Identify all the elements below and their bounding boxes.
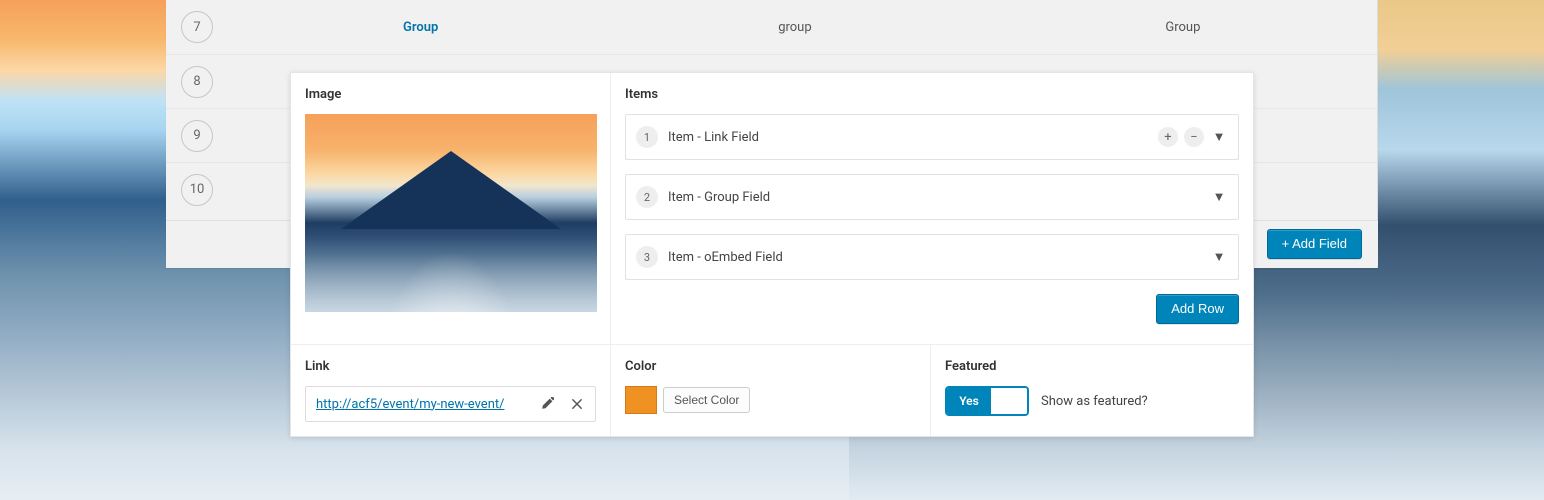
link-value-box: http://acf5/event/my-new-event/ [305,386,596,422]
repeater-row-title: Item - Link Field [668,130,1158,145]
pencil-icon[interactable] [535,392,559,416]
chevron-down-icon[interactable]: ▼ [1210,129,1228,145]
chevron-down-icon[interactable]: ▼ [1210,249,1228,265]
repeater-row-number: 3 [636,246,658,268]
link-url[interactable]: http://acf5/event/my-new-event/ [316,397,529,412]
remove-row-icon[interactable]: − [1184,127,1204,147]
add-row-button[interactable]: Add Row [1156,294,1239,324]
add-field-button[interactable]: + Add Field [1267,229,1362,259]
featured-toggle[interactable]: Yes [945,386,1029,416]
repeater-row-title: Item - Group Field [668,190,1210,205]
image-field-label: Image [305,87,596,102]
color-field-label: Color [625,359,916,374]
link-field-label: Link [305,359,596,374]
featured-field-cell: Featured Yes Show as featured? [931,345,1253,436]
chevron-down-icon[interactable]: ▼ [1210,189,1228,205]
close-icon[interactable] [565,392,589,416]
items-field-label: Items [625,87,1239,102]
repeater-row[interactable]: 2 Item - Group Field ▼ [625,174,1239,220]
toggle-knob [991,388,1027,414]
repeater-row-number: 2 [636,186,658,208]
field-label-link[interactable]: Group [213,20,601,35]
repeater-row-title: Item - oEmbed Field [668,250,1210,265]
color-field-cell: Color Select Color [611,345,931,436]
repeater-row[interactable]: 1 Item - Link Field + − ▼ [625,114,1239,160]
field-type: Group [989,20,1377,35]
featured-description: Show as featured? [1041,394,1148,409]
row-number: 7 [181,11,213,43]
image-field-cell: Image [291,73,611,344]
field-name: group [601,20,989,35]
items-field-cell: Items 1 Item - Link Field + − ▼ 2 Item -… [611,73,1253,344]
add-row-icon[interactable]: + [1158,127,1178,147]
field-row[interactable]: 7 Group group Group [166,0,1377,54]
field-editor-panel: Image Items 1 Item - Link Field + − ▼ 2 … [290,72,1254,437]
row-number: 10 [181,174,213,206]
color-swatch[interactable] [625,386,657,414]
featured-field-label: Featured [945,359,1239,374]
row-number: 9 [181,120,213,152]
repeater-row[interactable]: 3 Item - oEmbed Field ▼ [625,234,1239,280]
toggle-on-label: Yes [947,388,991,414]
repeater-row-number: 1 [636,126,658,148]
row-number: 8 [181,66,213,98]
image-preview[interactable] [305,114,597,312]
link-field-cell: Link http://acf5/event/my-new-event/ [291,345,611,436]
select-color-button[interactable]: Select Color [663,387,750,413]
